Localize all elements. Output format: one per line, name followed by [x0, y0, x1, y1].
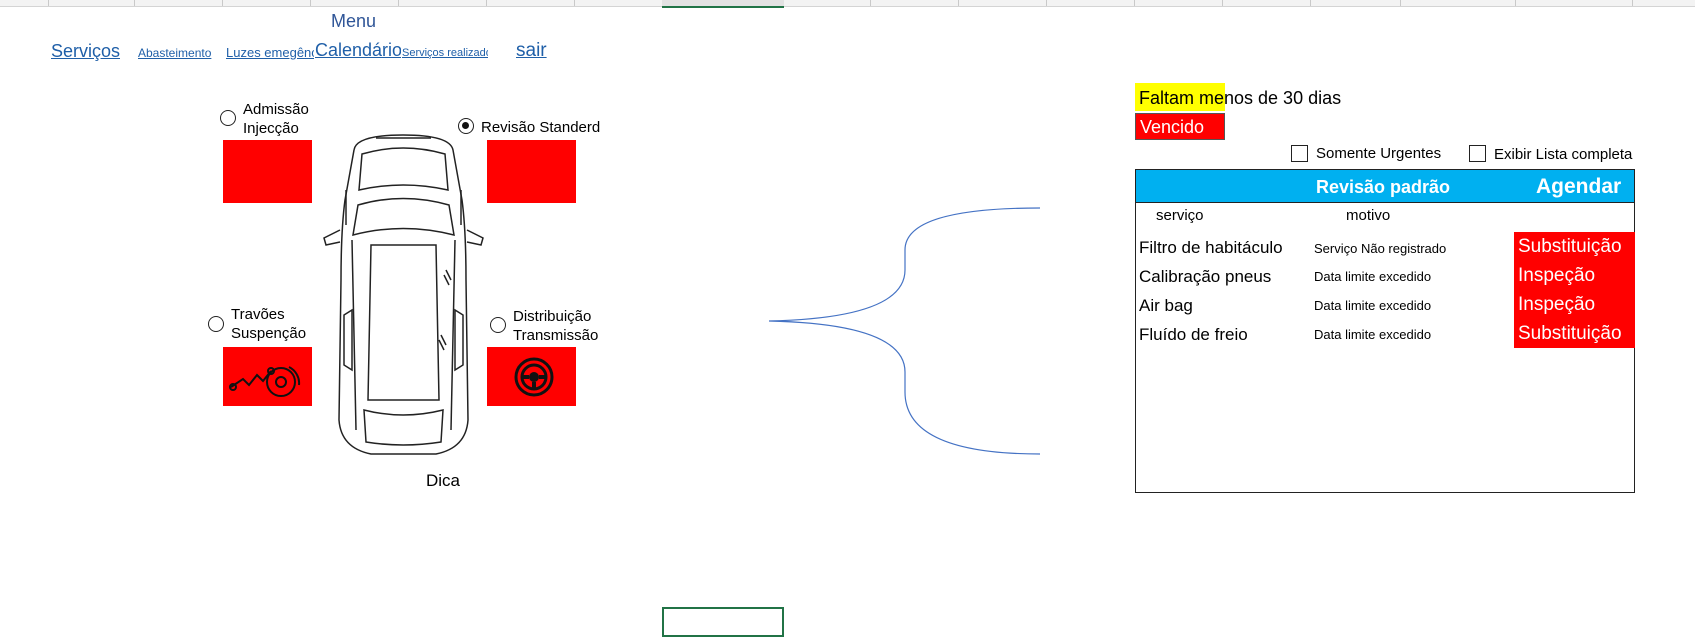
column-divider: [1134, 0, 1135, 6]
column-divider: [1222, 0, 1223, 6]
brake-suspension-icon: [229, 366, 301, 397]
revision-panel-title: Revisão padrão: [1316, 177, 1451, 197]
column-header-service: serviço: [1156, 207, 1204, 224]
radio-admissao-injeccao[interactable]: [220, 110, 236, 126]
column-divider: [48, 0, 49, 6]
checkbox-full-list-label: Exibir Lista completa: [1494, 146, 1633, 163]
legend-warning: Faltam menos de 30 dias: [1135, 83, 1342, 111]
dica-label: Dica: [426, 471, 461, 490]
table-row-action[interactable]: Substituição: [1514, 319, 1635, 348]
status-box-revisao[interactable]: [487, 140, 576, 203]
column-divider: [222, 0, 223, 6]
table-row-reason: Serviço Não registrado: [1314, 241, 1447, 256]
column-divider: [486, 0, 487, 6]
column-divider: [134, 0, 135, 6]
steering-wheel-icon: [514, 357, 554, 397]
brace-connector: [768, 207, 1041, 455]
status-box-distribuicao[interactable]: [487, 347, 576, 406]
checkbox-full-list[interactable]: [1469, 145, 1486, 162]
revision-panel: Revisão padrão Agendar serviço motivo Fi…: [1135, 169, 1635, 493]
nav-link-servicos[interactable]: Serviços: [51, 41, 120, 62]
radio-travoes-suspencao[interactable]: [208, 316, 224, 332]
menu-title: Menu: [331, 11, 377, 31]
legend-warning-text: Faltam menos de 30 dias: [1139, 88, 1342, 108]
table-row-service: Calibração pneus: [1139, 267, 1272, 286]
radio-distribuicao-transmissao[interactable]: [490, 317, 506, 333]
radio-label-travoes: Travões Suspenção: [231, 306, 307, 342]
table-row-reason: Data limite excedido: [1314, 298, 1432, 313]
column-header-strip: [0, 0, 1695, 8]
checkbox-urgent-only-label: Somente Urgentes: [1316, 145, 1442, 162]
schedule-button[interactable]: Agendar: [1536, 175, 1621, 199]
selected-column: [662, 0, 784, 8]
column-divider: [398, 0, 399, 6]
column-divider: [870, 0, 871, 6]
column-divider: [1632, 0, 1633, 6]
table-row-service: Filtro de habitáculo: [1139, 238, 1283, 257]
nav-link-abastecimento[interactable]: Abasteimento: [138, 46, 224, 60]
status-box-admissao[interactable]: [223, 140, 312, 203]
nav-link-servicos-realizados[interactable]: Serviços realizados: [402, 47, 488, 59]
table-row-service: Air bag: [1139, 296, 1193, 315]
column-divider: [1310, 0, 1311, 6]
column-divider: [1515, 0, 1516, 6]
legend-expired: Vencido: [1135, 113, 1225, 140]
table-row-service: Fluído de freio: [1139, 325, 1248, 344]
table-row-action[interactable]: Inspeção: [1514, 290, 1635, 319]
car-top-view-icon: [323, 134, 484, 455]
column-divider: [1046, 0, 1047, 6]
nav-link-calendario[interactable]: Calendário: [315, 40, 401, 61]
nav-link-sair[interactable]: sair: [516, 40, 547, 62]
radio-label-admissao: Admissão Injecção: [243, 101, 309, 137]
column-divider: [1400, 0, 1401, 6]
status-box-travoes[interactable]: [223, 347, 312, 406]
checkbox-urgent-only[interactable]: [1291, 145, 1308, 162]
column-header-reason: motivo: [1346, 207, 1391, 224]
table-row-reason: Data limite excedido: [1314, 269, 1432, 284]
revision-panel-header: Revisão padrão Agendar: [1136, 170, 1634, 203]
nav-link-luzes-emergencia[interactable]: Luzes emegência: [226, 45, 314, 60]
table-row-action[interactable]: Inspeção: [1514, 261, 1635, 290]
column-divider: [310, 0, 311, 6]
column-divider: [574, 0, 575, 6]
table-row-reason: Data limite excedido: [1314, 327, 1432, 342]
table-row-action[interactable]: Substituição: [1514, 232, 1635, 261]
column-divider: [958, 0, 959, 6]
radio-label-distribuicao: Distribuição Transmissão: [513, 308, 599, 344]
selected-cell[interactable]: [662, 607, 784, 637]
radio-label-revisao: Revisão Standerd: [481, 119, 601, 136]
